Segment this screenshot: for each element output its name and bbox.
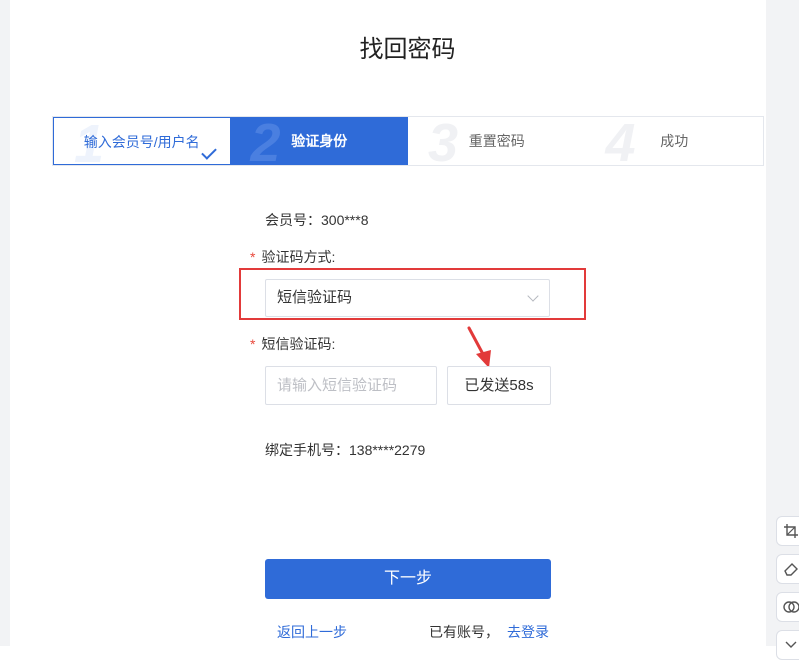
left-edge <box>0 0 10 646</box>
step-label: 成功 <box>660 133 689 149</box>
required-mark: * <box>250 249 256 265</box>
step-label: 输入会员号/用户名 <box>83 134 200 150</box>
sms-code-label-text: 短信验证码: <box>261 336 336 352</box>
page-title: 找回密码 <box>359 36 456 63</box>
required-mark: * <box>250 336 256 352</box>
has-account-text: 已有账号， <box>429 624 499 640</box>
bound-phone: 绑定手机号：138****2279 <box>265 442 426 458</box>
more-tool-button[interactable] <box>776 630 799 660</box>
crop-tool-button[interactable] <box>776 516 799 546</box>
chevron-down-icon <box>785 641 797 648</box>
step-label: 验证身份 <box>291 133 348 149</box>
next-step-button[interactable]: 下一步 <box>265 559 551 599</box>
back-link[interactable]: 返回上一步 <box>277 622 347 642</box>
step-1: 1 输入会员号/用户名 <box>53 117 231 165</box>
sms-code-input[interactable] <box>265 366 437 405</box>
step-2: 2 验证身份 <box>230 117 408 165</box>
annotation-arrow <box>467 326 491 368</box>
right-panel <box>766 0 799 646</box>
crop-icon <box>784 524 798 538</box>
toggle-icon <box>783 601 799 613</box>
toggle-tool-button[interactable] <box>776 592 799 622</box>
eraser-tool-button[interactable] <box>776 554 799 584</box>
step-3: 3 重置密码 <box>408 117 586 165</box>
step-label: 重置密码 <box>468 133 525 149</box>
step-indicator: 1 输入会员号/用户名 2 验证身份 3 重置密码 4 成功 <box>52 116 764 166</box>
annotation-highlight-box <box>239 268 586 320</box>
verify-method-label-text: 验证码方式: <box>261 249 336 265</box>
member-number: 会员号：300***8 <box>265 212 369 228</box>
send-code-button[interactable]: 已发送58s <box>447 366 551 405</box>
login-link[interactable]: 去登录 <box>507 622 549 642</box>
sms-code-label: * 短信验证码: <box>250 334 335 354</box>
step-4: 4 成功 <box>586 117 764 165</box>
eraser-icon <box>784 563 798 576</box>
verify-method-label: * 验证码方式: <box>250 247 335 267</box>
